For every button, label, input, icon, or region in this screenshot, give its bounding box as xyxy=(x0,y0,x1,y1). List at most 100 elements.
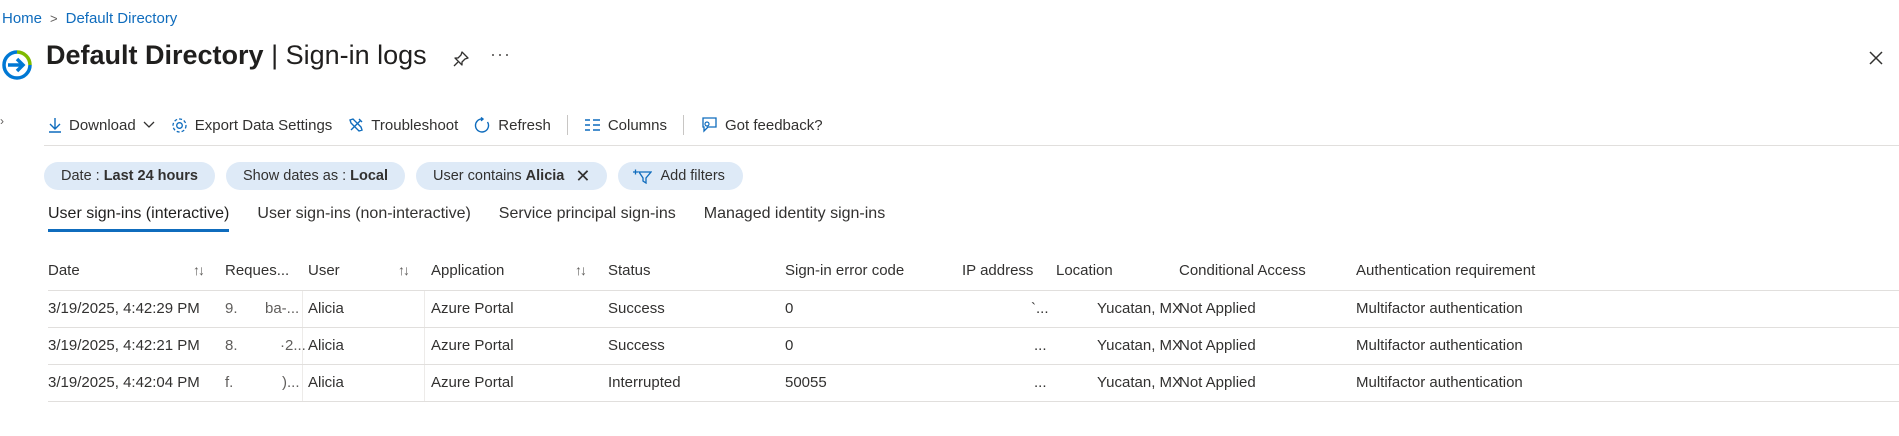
remove-filter-icon[interactable]: ✕ xyxy=(575,167,590,185)
feedback-button[interactable]: Got feedback? xyxy=(700,116,823,134)
cell-request-id-tail: ba-... xyxy=(265,300,300,317)
tab-interactive[interactable]: User sign-ins (interactive) xyxy=(48,205,230,232)
cell-ip-address: `... xyxy=(1031,300,1049,317)
more-options-icon[interactable]: ··· xyxy=(490,44,511,65)
column-header-conditional-access[interactable]: Conditional Access xyxy=(1179,262,1306,279)
cell-user: Alicia xyxy=(308,374,344,391)
tab-managed-identity[interactable]: Managed identity sign-ins xyxy=(704,205,885,232)
download-icon xyxy=(49,118,61,133)
cell-user: Alicia xyxy=(308,337,344,354)
show-dates-filter-pill[interactable]: Show dates as : Local xyxy=(225,162,406,190)
cell-auth-requirement: Multifactor authentication xyxy=(1356,374,1523,391)
column-divider xyxy=(424,291,425,327)
columns-button[interactable]: Columns xyxy=(584,117,667,134)
refresh-label: Refresh xyxy=(498,116,551,134)
sort-icon[interactable]: ↑↓ xyxy=(575,262,587,278)
breadcrumb-directory-link[interactable]: Default Directory xyxy=(66,10,178,27)
cell-user: Alicia xyxy=(308,300,344,317)
table-header: Date ↑↓ Reques... User ↑↓ Application ↑↓… xyxy=(48,256,1899,286)
cell-ip-address: ... xyxy=(1034,374,1047,391)
row-divider xyxy=(48,401,1899,402)
column-header-request[interactable]: Reques... xyxy=(225,262,289,279)
cell-auth-requirement: Multifactor authentication xyxy=(1356,337,1523,354)
column-divider xyxy=(302,328,303,364)
cell-error-code: 0 xyxy=(785,337,794,354)
user-filter-value: Alicia xyxy=(525,168,565,184)
tab-non-interactive[interactable]: User sign-ins (non-interactive) xyxy=(257,205,470,232)
breadcrumb-home-link[interactable]: Home xyxy=(2,10,42,27)
column-header-location[interactable]: Location xyxy=(1056,262,1113,279)
column-divider xyxy=(302,291,303,327)
cell-date: 3/19/2025, 4:42:04 PM xyxy=(48,374,200,391)
cell-status: Interrupted xyxy=(608,374,681,391)
sort-icon[interactable]: ↑↓ xyxy=(193,262,205,278)
breadcrumb: Home > Default Directory xyxy=(2,10,177,27)
cell-location: Yucatan, MX xyxy=(1097,337,1183,354)
cell-date: 3/19/2025, 4:42:21 PM xyxy=(48,337,200,354)
collapse-sidebar-icon[interactable]: › xyxy=(0,114,4,128)
gear-icon xyxy=(172,117,187,133)
toolbar-divider-line xyxy=(44,145,1899,146)
add-filters-button[interactable]: Add filters xyxy=(618,162,743,190)
column-divider xyxy=(302,365,303,401)
download-button[interactable]: Download xyxy=(48,117,155,134)
signin-type-tabs: User sign-ins (interactive) User sign-in… xyxy=(48,205,913,232)
breadcrumb-separator: > xyxy=(50,11,58,26)
wrench-icon xyxy=(349,118,364,132)
tab-service-principal[interactable]: Service principal sign-ins xyxy=(499,205,676,232)
troubleshoot-button[interactable]: Troubleshoot xyxy=(348,117,458,134)
table-row[interactable]: 3/19/2025, 4:42:29 PM 9. ba-... Alicia A… xyxy=(48,291,1899,327)
download-label: Download xyxy=(69,116,136,134)
column-divider xyxy=(424,328,425,364)
add-filters-label: Add filters xyxy=(660,168,725,184)
date-filter-value: Last 24 hours xyxy=(103,168,198,184)
column-header-user[interactable]: User xyxy=(308,262,340,279)
close-icon[interactable] xyxy=(1868,50,1884,66)
page-title-blade: Sign-in logs xyxy=(285,40,427,70)
cell-application: Azure Portal xyxy=(431,337,514,354)
refresh-button[interactable]: Refresh xyxy=(474,116,551,134)
column-header-auth-requirement[interactable]: Authentication requirement xyxy=(1356,262,1535,279)
cell-status: Success xyxy=(608,337,665,354)
date-filter-label: Date : xyxy=(61,168,100,184)
feedback-label: Got feedback? xyxy=(725,116,823,134)
cell-error-code: 50055 xyxy=(785,374,827,391)
cell-application: Azure Portal xyxy=(431,300,514,317)
filter-bar: Date : Last 24 hours Show dates as : Local… xyxy=(44,162,743,190)
show-dates-label: Show dates as : xyxy=(242,168,347,184)
cell-request-id: f. xyxy=(225,374,234,391)
column-header-status[interactable]: Status xyxy=(608,262,651,279)
feedback-icon xyxy=(702,117,717,133)
columns-label: Columns xyxy=(607,116,668,134)
page-title-directory: Default Directory xyxy=(46,40,264,70)
page-title-separator: | xyxy=(263,40,286,70)
page-title: Default Directory | Sign-in logs xyxy=(46,40,427,71)
azure-ad-signin-icon xyxy=(2,50,32,80)
cell-conditional-access: Not Applied xyxy=(1179,337,1256,354)
table-row[interactable]: 3/19/2025, 4:42:21 PM 8. ·2... Alicia Az… xyxy=(48,328,1899,364)
show-dates-value: Local xyxy=(350,168,389,184)
cell-application: Azure Portal xyxy=(431,374,514,391)
toolbar-divider xyxy=(566,115,568,135)
date-filter-pill[interactable]: Date : Last 24 hours xyxy=(44,162,215,190)
user-filter-pill[interactable]: User contains Alicia ✕ xyxy=(416,162,608,190)
troubleshoot-label: Troubleshoot xyxy=(371,116,459,134)
refresh-icon xyxy=(475,116,490,133)
cell-date: 3/19/2025, 4:42:29 PM xyxy=(48,300,200,317)
column-header-date[interactable]: Date xyxy=(48,262,80,279)
cell-ip-address: ... xyxy=(1034,337,1047,354)
column-header-error-code[interactable]: Sign-in error code xyxy=(785,262,904,279)
sort-icon[interactable]: ↑↓ xyxy=(398,262,410,278)
cell-status: Success xyxy=(608,300,665,317)
table-row[interactable]: 3/19/2025, 4:42:04 PM f. )... Alicia Azu… xyxy=(48,365,1899,401)
column-header-application[interactable]: Application xyxy=(431,262,504,279)
pin-icon[interactable] xyxy=(452,50,470,68)
user-filter-label: User contains xyxy=(433,168,522,184)
column-header-ip-address[interactable]: IP address xyxy=(962,262,1033,279)
cell-location: Yucatan, MX xyxy=(1097,300,1183,317)
cell-location: Yucatan, MX xyxy=(1097,374,1183,391)
cell-request-id-tail: )... xyxy=(282,374,300,391)
export-data-settings-button[interactable]: Export Data Settings xyxy=(171,117,332,134)
command-bar: Download Export Data Settings Troublesho… xyxy=(48,112,839,138)
cell-conditional-access: Not Applied xyxy=(1179,374,1256,391)
